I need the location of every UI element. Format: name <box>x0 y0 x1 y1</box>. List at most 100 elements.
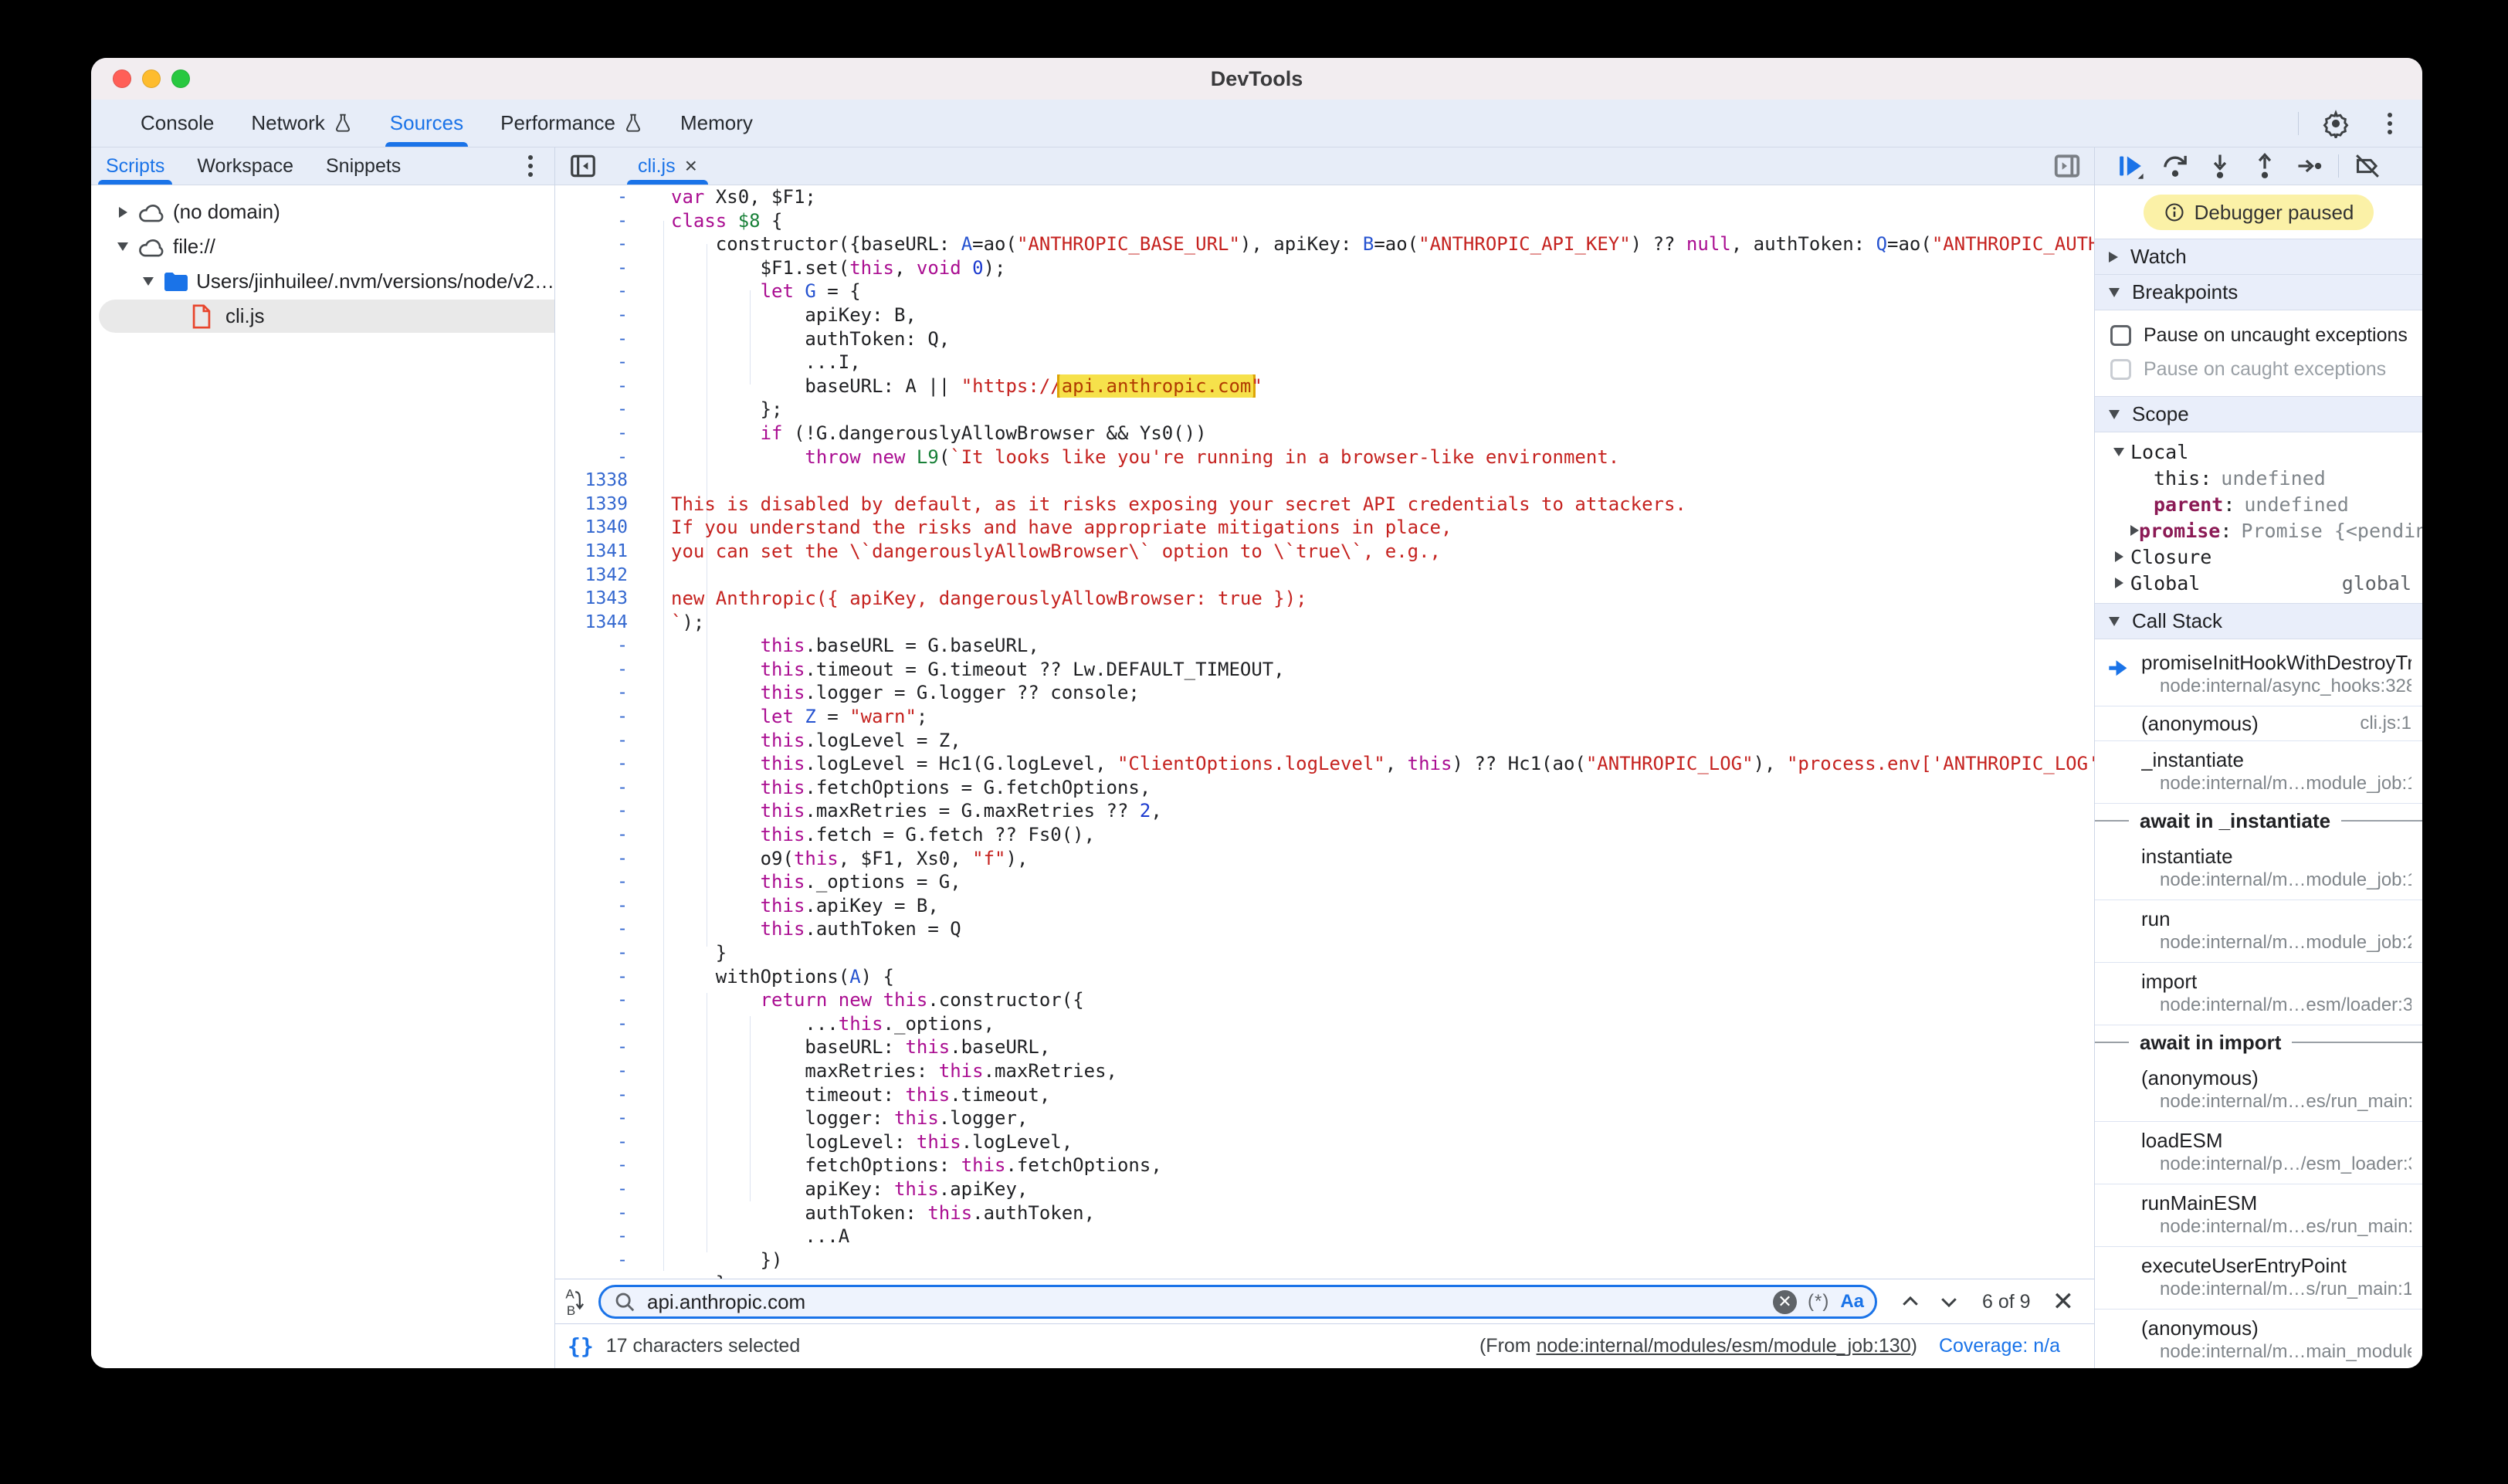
code-line[interactable]: - let G = { <box>555 280 2094 303</box>
code-line[interactable]: - this.authToken = Q <box>555 917 2094 941</box>
gutter-line-number[interactable]: - <box>555 1059 671 1083</box>
section-call-stack[interactable]: Call Stack <box>2095 603 2422 639</box>
navigator-tab-snippets[interactable]: Snippets <box>326 147 401 185</box>
code-line[interactable]: - this.apiKey = B, <box>555 894 2094 918</box>
next-match-chevron-down-icon[interactable] <box>1933 1286 1965 1318</box>
callstack-frame[interactable]: instantiatenode:internal/m…module_job:10… <box>2095 838 2422 900</box>
section-watch[interactable]: Watch <box>2095 239 2422 275</box>
code-line[interactable]: -var Xs0, $F1; <box>555 185 2094 209</box>
code-line[interactable]: - ...A <box>555 1225 2094 1249</box>
resume-script-icon[interactable] <box>2114 150 2147 182</box>
code-line[interactable]: - apiKey: B, <box>555 303 2094 327</box>
code-line[interactable]: - constructor({baseURL: A=ao("ANTHROPIC_… <box>555 232 2094 256</box>
code-line[interactable]: - let Z = "warn"; <box>555 705 2094 729</box>
gutter-line-number[interactable]: - <box>555 209 671 233</box>
gutter-line-number[interactable]: - <box>555 941 671 965</box>
step-over-icon[interactable] <box>2159 150 2191 182</box>
gutter-line-number[interactable]: - <box>555 1154 671 1177</box>
code-line[interactable]: - this.logLevel = Z, <box>555 729 2094 753</box>
scope-group-global[interactable]: Globalglobal <box>2095 570 2422 596</box>
callstack-frame[interactable]: runMainESMnode:internal/m…es/run_main:98 <box>2095 1184 2422 1247</box>
gutter-line-number[interactable]: 1339 <box>555 493 671 517</box>
search-input[interactable] <box>646 1289 1773 1315</box>
tab-memory[interactable]: Memory <box>662 100 771 147</box>
scope-var-parent[interactable]: parent:undefined <box>2095 491 2422 517</box>
section-breakpoints[interactable]: Breakpoints <box>2095 274 2422 310</box>
code-line[interactable]: - logger: this.logger, <box>555 1106 2094 1130</box>
gutter-line-number[interactable]: - <box>555 776 671 800</box>
code-line[interactable]: 1342 <box>555 564 2094 588</box>
code-line[interactable]: - this.logger = G.logger ?? console; <box>555 681 2094 705</box>
scope-group-local[interactable]: Local <box>2095 439 2422 465</box>
code-line[interactable]: - ...this._options, <box>555 1012 2094 1036</box>
code-line[interactable]: - this.timeout = G.timeout ?? Lw.DEFAULT… <box>555 658 2094 682</box>
toggle-navigator-panel-icon[interactable] <box>567 150 599 182</box>
code-line[interactable]: 1339This is disabled by default, as it r… <box>555 493 2094 517</box>
gutter-line-number[interactable]: - <box>555 988 671 1012</box>
code-line[interactable]: - throw new L9(`It looks like you're run… <box>555 446 2094 469</box>
section-scope[interactable]: Scope <box>2095 396 2422 432</box>
code-line[interactable]: -class $8 { <box>555 209 2094 233</box>
replace-toggle-icon[interactable]: A B <box>560 1286 595 1317</box>
code-line[interactable]: - }) <box>555 1249 2094 1272</box>
code-line[interactable]: - authToken: this.authToken, <box>555 1201 2094 1225</box>
gutter-line-number[interactable]: - <box>555 351 671 374</box>
tree-item--no-domain-[interactable]: (no domain) <box>91 195 554 229</box>
close-find-bar-icon[interactable]: ✕ <box>2052 1286 2075 1317</box>
gutter-line-number[interactable]: 1338 <box>555 469 671 493</box>
gutter-line-number[interactable]: - <box>555 705 671 729</box>
code-line[interactable]: - }; <box>555 398 2094 422</box>
callstack-frame[interactable]: executeUserEntryPointnode:internal/m…s/r… <box>2095 1247 2422 1310</box>
gear-icon[interactable] <box>2319 107 2353 141</box>
gutter-line-number[interactable]: - <box>555 256 671 280</box>
chevron-down-icon[interactable] <box>110 242 136 251</box>
tree-item-file-[interactable]: file:// <box>91 229 554 264</box>
code-line[interactable]: - this._options = G, <box>555 870 2094 894</box>
source-origin-link[interactable]: node:internal/modules/esm/module_job:130 <box>1537 1335 1911 1357</box>
coverage-link[interactable]: Coverage: n/a <box>1939 1335 2060 1357</box>
gutter-line-number[interactable]: - <box>555 232 671 256</box>
gutter-line-number[interactable]: - <box>555 1225 671 1249</box>
callstack-frame[interactable]: runnode:internal/m…module_job:214 <box>2095 900 2422 963</box>
callstack-frame[interactable]: importnode:internal/m…esm/loader:329 <box>2095 963 2422 1025</box>
gutter-line-number[interactable]: - <box>555 894 671 918</box>
code-line[interactable]: - this.maxRetries = G.maxRetries ?? 2, <box>555 799 2094 823</box>
code-line[interactable]: 1344`); <box>555 611 2094 635</box>
gutter-line-number[interactable]: 1341 <box>555 540 671 564</box>
clear-search-icon[interactable]: ✕ <box>1773 1290 1797 1314</box>
gutter-line-number[interactable]: - <box>555 1249 671 1272</box>
gutter-line-number[interactable]: - <box>555 1201 671 1225</box>
tab-sources[interactable]: Sources <box>371 100 482 147</box>
gutter-line-number[interactable]: 1340 <box>555 516 671 540</box>
chevron-right-icon[interactable] <box>110 207 136 218</box>
callstack-frame[interactable]: _instantiatenode:internal/m…module_job:1… <box>2095 741 2422 804</box>
gutter-line-number[interactable]: 1344 <box>555 611 671 635</box>
code-line[interactable]: - authToken: Q, <box>555 327 2094 351</box>
scope-group-closure[interactable]: Closure <box>2095 544 2422 570</box>
gutter-line-number[interactable]: - <box>555 658 671 682</box>
deactivate-breakpoints-icon[interactable] <box>2351 150 2384 182</box>
code-line[interactable]: - this.logLevel = Hc1(G.logLevel, "Clien… <box>555 752 2094 776</box>
code-line[interactable]: - this.fetch = G.fetch ?? Fs0(), <box>555 823 2094 847</box>
step-icon[interactable] <box>2293 150 2326 182</box>
code-line[interactable]: - apiKey: this.apiKey, <box>555 1177 2094 1201</box>
gutter-line-number[interactable]: - <box>555 1177 671 1201</box>
code-line[interactable]: - this.baseURL = G.baseURL, <box>555 634 2094 658</box>
code-line[interactable]: - o9(this, $F1, Xs0, "f"), <box>555 847 2094 871</box>
code-line[interactable]: 1343new Anthropic({ apiKey, dangerouslyA… <box>555 587 2094 611</box>
gutter-line-number[interactable]: - <box>555 823 671 847</box>
gutter-line-number[interactable]: - <box>555 917 671 941</box>
scope-var-this[interactable]: this:undefined <box>2095 465 2422 491</box>
navigator-tab-workspace[interactable]: Workspace <box>197 147 293 185</box>
code-line[interactable]: - ...I, <box>555 351 2094 374</box>
code-line[interactable]: - $F1.set(this, void 0); <box>555 256 2094 280</box>
chevron-down-icon[interactable] <box>2107 448 2130 456</box>
chevron-right-icon[interactable] <box>2107 578 2130 588</box>
pretty-print-icon[interactable]: {} <box>568 1333 594 1359</box>
chevron-right-icon[interactable] <box>2130 525 2139 536</box>
gutter-line-number[interactable]: - <box>555 1083 671 1107</box>
tab-network[interactable]: Network <box>232 100 371 147</box>
editor-debugger-divider[interactable] <box>2094 147 2095 1368</box>
gutter-line-number[interactable]: - <box>555 965 671 989</box>
gutter-line-number[interactable]: - <box>555 280 671 303</box>
